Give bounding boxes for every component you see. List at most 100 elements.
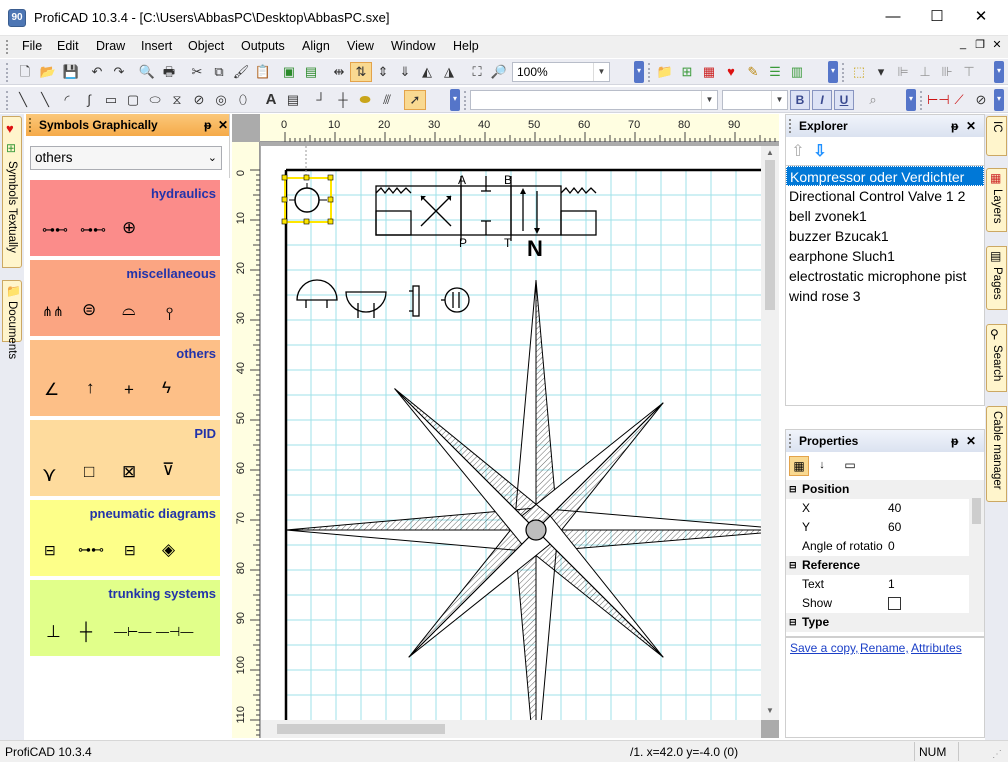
menu-draw[interactable]: Draw (96, 39, 125, 53)
align-center-icon[interactable]: ⊥ (914, 62, 936, 82)
symbol-item[interactable]: ⊶⊷ (78, 542, 104, 558)
insert-picture-icon[interactable]: ▣ (278, 62, 300, 82)
select-group-icon[interactable]: ⬚ (848, 62, 870, 82)
panel-grip[interactable] (29, 118, 32, 132)
polyline-tool-icon[interactable]: ╲ (34, 90, 56, 110)
ellipse-tool-icon[interactable]: ⬭ (144, 90, 166, 110)
panel-grip[interactable] (789, 119, 792, 133)
attributes-link[interactable]: Attributes (911, 641, 962, 655)
menu-window[interactable]: Window (391, 39, 435, 53)
category-select[interactable]: others ⌄ (30, 146, 222, 170)
symbol-item[interactable]: ⫯ (166, 304, 173, 324)
sort-alpha-icon[interactable]: ↓ (812, 456, 832, 476)
symbol-item[interactable]: ⊽ (162, 460, 174, 480)
bus-tool-icon[interactable]: ⫻ (376, 90, 398, 110)
scroll-up-icon[interactable]: ▲ (764, 148, 776, 157)
x-shape-tool-icon[interactable]: ⧖ (166, 90, 188, 110)
collapse-icon[interactable]: ⊟ (789, 480, 797, 499)
text-zoom-icon[interactable]: ⌕ (862, 90, 884, 110)
junction-tool-icon[interactable]: ┼ (332, 90, 354, 110)
prop-show[interactable]: Show (786, 594, 969, 613)
ellipse-hatch-tool-icon[interactable]: ⊘ (188, 90, 210, 110)
app-logo-icon[interactable]: 90 (8, 9, 26, 27)
menu-insert[interactable]: Insert (141, 39, 172, 53)
toolbar-grip[interactable] (6, 63, 9, 82)
symbol-item[interactable]: □ (84, 462, 94, 482)
list-item[interactable]: Kompressor oder Verdichter (786, 166, 984, 186)
text-tool-icon[interactable]: A (260, 90, 282, 110)
mirror-down-icon[interactable]: ⇓ (394, 62, 416, 82)
zoom-icon[interactable]: 🔎 (488, 62, 510, 82)
cut-icon[interactable]: ✂ (186, 62, 208, 82)
panel-grip[interactable] (789, 434, 792, 448)
tab-ic[interactable]: IC (986, 116, 1007, 156)
property-pages-icon[interactable]: ▭ (840, 456, 860, 476)
mdi-restore-button[interactable]: ❐ (972, 38, 988, 51)
menu-file[interactable]: File (22, 39, 42, 53)
mdi-close-button[interactable]: ✕ (989, 38, 1005, 51)
tab-layers[interactable]: ▦ Layers (986, 168, 1007, 232)
paste-icon[interactable]: 📋 (252, 62, 274, 82)
menu-view[interactable]: View (347, 39, 374, 53)
minimize-button[interactable]: — (870, 0, 916, 36)
redo-icon[interactable]: ↷ (108, 62, 130, 82)
symbol-item[interactable]: —⊣— (156, 624, 193, 640)
open-folder-icon[interactable]: 📂 (37, 62, 59, 82)
wire-tool-icon[interactable]: ┘ (310, 90, 332, 110)
rotate-right-icon[interactable]: ◮ (438, 62, 460, 82)
section-reference[interactable]: ⊟ Reference (786, 556, 969, 575)
print-icon[interactable]: 🖶 (158, 62, 180, 82)
group-others[interactable]: others ∠ ↑ + ϟ (30, 340, 220, 416)
properties-scrollbar[interactable] (969, 480, 984, 632)
scroll-thumb[interactable] (972, 498, 981, 524)
menu-object[interactable]: Object (188, 39, 224, 53)
chevron-down-icon[interactable]: ▼ (593, 63, 609, 81)
drawing-page[interactable]: A B P T N (261, 146, 761, 720)
font-size-combo[interactable]: ▼ (722, 90, 788, 110)
netlist-icon[interactable]: ▦ (698, 62, 720, 82)
pin-icon[interactable]: ᵽ (951, 430, 958, 452)
list-item[interactable]: earphone Sluch1 (786, 246, 984, 266)
symbol-item[interactable]: ⊜ (82, 300, 96, 320)
close-icon[interactable]: ✕ (966, 115, 976, 137)
symbol-item[interactable]: ⊟ (124, 542, 136, 559)
symbol-item[interactable]: ⊟ (44, 542, 56, 559)
vertical-scrollbar[interactable]: ▲ ▼ (761, 146, 779, 720)
menu-outputs[interactable]: Outputs (241, 39, 285, 53)
zoom-extents-icon[interactable]: ⛶ (466, 62, 488, 82)
zoom-combo[interactable]: 100% ▼ (512, 62, 610, 82)
align-left-icon[interactable]: ⊫ (892, 62, 914, 82)
chevron-down-icon[interactable]: ▼ (701, 91, 717, 109)
line-tool-icon[interactable]: ╲ (12, 90, 34, 110)
prop-value[interactable]: 1 (888, 575, 895, 594)
new-file-icon[interactable]: 🗋 (14, 62, 36, 82)
collapse-icon[interactable]: ⊟ (789, 556, 797, 575)
symbol-item[interactable]: ∠ (44, 380, 59, 400)
menu-grip[interactable] (6, 40, 9, 54)
tab-search[interactable]: ⚲ Search (986, 324, 1007, 392)
symbol-item[interactable]: ↑ (86, 378, 95, 398)
format-painter-icon[interactable]: 🖌 (230, 62, 252, 82)
toolbar-grip[interactable] (648, 63, 651, 82)
close-button[interactable]: ✕ (958, 0, 1004, 36)
rectangle-tool-icon[interactable]: ▭ (100, 90, 122, 110)
prop-x[interactable]: X 40 (786, 499, 969, 518)
label-tool-icon[interactable]: ⬬ (354, 90, 376, 110)
dimension-angle-icon[interactable]: ⟋ (948, 90, 970, 110)
section-type[interactable]: ⊟ Type (786, 613, 969, 632)
underline-button[interactable]: U (834, 90, 854, 110)
compressor-symbol[interactable] (281, 174, 334, 225)
prop-angle[interactable]: Angle of rotatio 0 (786, 537, 969, 556)
dimension-tool-icon[interactable]: ⬯ (232, 90, 254, 110)
prop-value[interactable]: 40 (888, 499, 901, 518)
flip-vertical-icon[interactable]: ⇅ (350, 62, 372, 82)
toolbar-overflow-icon[interactable]: ▾ (994, 61, 1004, 83)
drawing-canvas[interactable]: A B P T N (261, 146, 761, 720)
align-right-icon[interactable]: ⊪ (936, 62, 958, 82)
wind-rose-symbol[interactable] (285, 279, 761, 720)
symbol-item[interactable]: ⊶⊷ (80, 222, 106, 238)
eye-tool-icon[interactable]: ◎ (210, 90, 232, 110)
list-item[interactable]: wind rose 3 (786, 286, 984, 306)
symbol-item[interactable]: ⋔⋔ (42, 304, 64, 320)
toolbar-overflow-icon[interactable]: ▾ (450, 89, 460, 111)
